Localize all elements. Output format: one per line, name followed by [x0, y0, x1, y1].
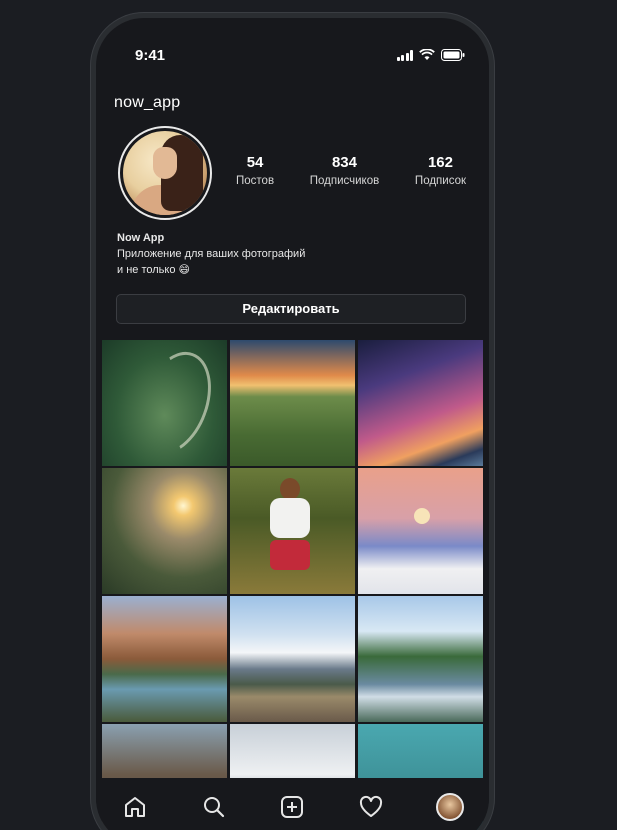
profile-tab[interactable]	[435, 792, 465, 822]
heart-icon[interactable]	[356, 792, 386, 822]
stat-followers-label: Подписчиков	[309, 175, 380, 187]
status-icons	[396, 49, 466, 61]
stat-posts-label: Постов	[236, 175, 275, 187]
wifi-icon	[419, 49, 435, 61]
grid-photo-milky-way[interactable]	[358, 340, 483, 466]
phone-frame: 9:41 now_app 54 Постов 834 Подписчиков 1…	[90, 12, 495, 830]
add-post-icon[interactable]	[277, 792, 307, 822]
bio-name: Now App	[117, 232, 165, 244]
grid-photo-sunrise-mountains[interactable]	[102, 468, 227, 594]
search-icon[interactable]	[199, 792, 229, 822]
profile-avatar-icon	[435, 793, 464, 821]
grid-photo-moon-snow[interactable]	[358, 468, 483, 594]
status-time: 9:41	[135, 47, 166, 64]
stat-followers[interactable]: 834 Подписчиков	[310, 154, 379, 187]
stat-following-value: 162	[427, 154, 453, 171]
grid-photo-river-valley[interactable]	[358, 596, 483, 722]
grid-photo-winding-road[interactable]	[102, 340, 227, 466]
profile-username: now_app	[114, 94, 181, 111]
grid-photo-woman-forest[interactable]	[230, 468, 355, 594]
stat-posts-value: 54	[246, 154, 264, 171]
grid-photo-snowy-road[interactable]	[230, 596, 355, 722]
grid-photo-sunset-hills[interactable]	[230, 340, 355, 466]
profile-avatar[interactable]	[118, 126, 212, 220]
bio-line-1: Приложение для ваших фотографий	[117, 248, 306, 260]
home-icon[interactable]	[120, 792, 150, 822]
edit-profile-button[interactable]: Редактировать	[116, 294, 466, 324]
profile-stats: 54 Постов 834 Подписчиков 162 Подписок	[236, 154, 466, 187]
signal-icon	[396, 49, 413, 61]
photo-grid	[102, 340, 484, 830]
battery-icon	[441, 49, 465, 61]
status-bar: 9:41	[96, 44, 489, 66]
app-stage: 9:41 now_app 54 Постов 834 Подписчиков 1…	[0, 0, 617, 830]
stat-followers-value: 834	[331, 154, 357, 171]
stat-following[interactable]: 162 Подписок	[415, 154, 466, 187]
bio-line-2: и не только 😄	[117, 264, 190, 276]
stat-posts[interactable]: 54 Постов	[236, 154, 274, 187]
stat-following-label: Подписок	[414, 175, 466, 187]
phone-screen: 9:41 now_app 54 Постов 834 Подписчиков 1…	[96, 18, 489, 830]
bottom-tab-bar	[96, 778, 489, 830]
profile-bio: Now App Приложение для ваших фотографий …	[117, 230, 305, 278]
grid-photo-mountain-lake[interactable]	[102, 596, 227, 722]
profile-photo	[123, 131, 207, 215]
